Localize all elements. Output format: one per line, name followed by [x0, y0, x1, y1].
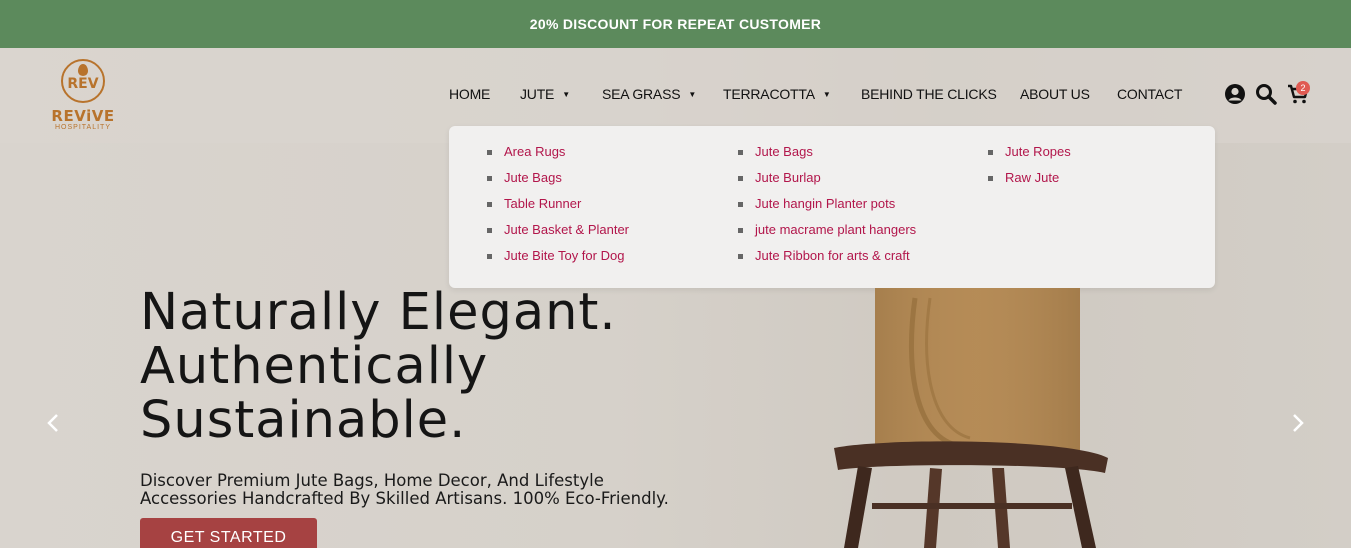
menu-item[interactable]: Jute Burlap [738, 170, 916, 196]
jute-bag-on-stool-image [834, 288, 1108, 548]
caret-down-icon: ▼ [562, 90, 570, 99]
headline-line-1: Naturally Elegant. [140, 283, 617, 342]
nav-sea-grass[interactable]: SEA GRASS ▼ [602, 86, 696, 102]
chevron-right-icon[interactable] [1288, 410, 1308, 436]
menu-item[interactable]: Area Rugs [487, 144, 629, 170]
caret-down-icon: ▼ [822, 90, 831, 99]
logo-mark: REV [67, 76, 99, 92]
menu-item[interactable]: jute macrame plant hangers [738, 222, 916, 248]
nav-sea-grass-label: SEA GRASS [602, 86, 681, 102]
subtext-line-1: Discover Premium Jute Bags, Home Decor, … [140, 471, 604, 490]
logo-name: REViVE [51, 107, 115, 125]
menu-item[interactable]: Raw Jute [988, 170, 1071, 196]
user-circle-icon[interactable] [1224, 83, 1246, 105]
cart-count-badge: 2 [1296, 81, 1310, 95]
headline-line-3: Sustainable. [140, 391, 467, 450]
jute-mega-menu: Area Rugs Jute Bags Table Runner Jute Ba… [449, 126, 1215, 288]
menu-item[interactable]: Jute Bags [738, 144, 916, 170]
flame-icon [78, 64, 88, 76]
chevron-left-icon[interactable] [43, 410, 63, 436]
search-icon[interactable] [1255, 83, 1277, 105]
logo-tagline: HOSPITALITY [55, 124, 111, 131]
nav-jute[interactable]: JUTE ▼ [520, 86, 570, 102]
promo-text: 20% DISCOUNT FOR REPEAT CUSTOMER [529, 16, 822, 32]
menu-item[interactable]: Jute Basket & Planter [487, 222, 629, 248]
nav-terracotta[interactable]: TERRACOTTA ▼ [723, 86, 831, 102]
headline-line-2: Authentically [140, 337, 489, 396]
caret-down-icon: ▼ [688, 90, 697, 99]
hero-subtext: Discover Premium Jute Bags, Home Decor, … [140, 472, 740, 508]
get-started-button[interactable]: GET STARTED [140, 518, 317, 548]
menu-item[interactable]: Jute Bags [487, 170, 629, 196]
nav-behind-the-clicks[interactable]: BEHIND THE CLICKS [861, 86, 997, 102]
nav-home[interactable]: HOME [449, 86, 490, 102]
nav-jute-label: JUTE [520, 86, 555, 102]
nav-contact[interactable]: CONTACT [1117, 86, 1182, 102]
logo[interactable]: REV REViVE HOSPITALITY [48, 58, 118, 134]
nav-about-us[interactable]: ABOUT US [1020, 86, 1090, 102]
menu-item[interactable]: Table Runner [487, 196, 629, 222]
promo-bar: 20% DISCOUNT FOR REPEAT CUSTOMER [0, 0, 1351, 48]
mega-menu-column-2: Jute Bags Jute Burlap Jute hangin Plante… [738, 144, 916, 274]
subtext-line-2: Accessories Handcrafted By Skilled Artis… [140, 489, 669, 508]
menu-item[interactable]: Jute Ribbon for arts & craft [738, 248, 916, 274]
menu-item[interactable]: Jute Bite Toy for Dog [487, 248, 629, 274]
hero-headline: Naturally Elegant. Authentically Sustain… [140, 286, 760, 448]
mega-menu-column-1: Area Rugs Jute Bags Table Runner Jute Ba… [487, 144, 629, 274]
menu-item[interactable]: Jute Ropes [988, 144, 1071, 170]
mega-menu-column-3: Jute Ropes Raw Jute [988, 144, 1071, 196]
menu-item[interactable]: Jute hangin Planter pots [738, 196, 916, 222]
nav-terracotta-label: TERRACOTTA [723, 86, 815, 102]
